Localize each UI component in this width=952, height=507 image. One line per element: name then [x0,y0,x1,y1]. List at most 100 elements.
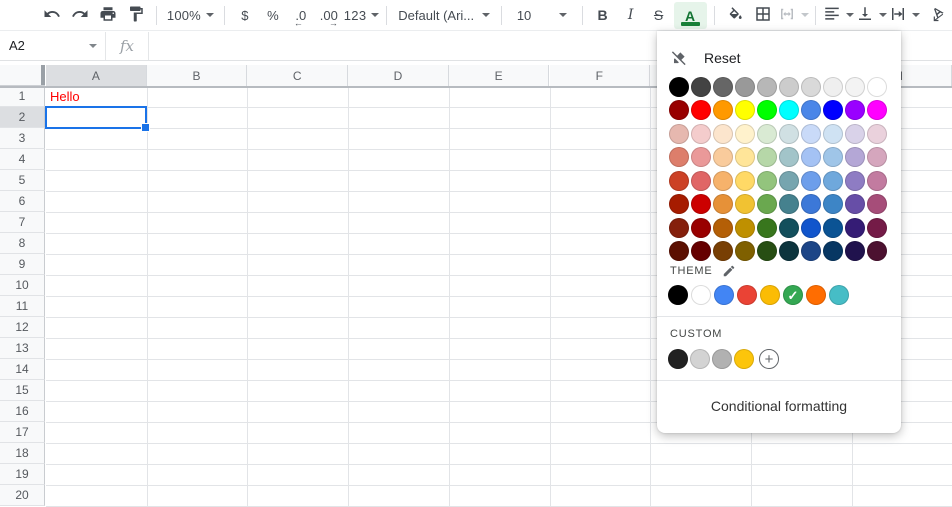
fill-handle[interactable] [141,123,150,132]
color-swatch[interactable] [735,124,755,144]
row-header-6[interactable]: 6 [0,191,45,212]
row-header-7[interactable]: 7 [0,212,45,233]
color-swatch[interactable] [669,218,689,238]
color-swatch[interactable] [669,241,689,261]
color-swatch[interactable] [757,147,777,167]
row-header-14[interactable]: 14 [0,359,45,380]
format-currency-button[interactable]: $ [232,2,258,28]
column-header-B[interactable]: B [147,65,248,86]
increase-decimal-button[interactable]: .00 → [316,2,342,28]
color-swatch[interactable] [735,194,755,214]
color-swatch[interactable] [845,77,865,97]
color-swatch[interactable] [867,124,887,144]
row-header-18[interactable]: 18 [0,443,45,464]
text-rotation-button[interactable] [925,2,951,28]
color-swatch[interactable] [779,241,799,261]
italic-button[interactable]: I [618,2,644,28]
color-swatch[interactable] [867,77,887,97]
row-header-1[interactable]: 1 [0,86,45,107]
column-header-E[interactable]: E [449,65,550,86]
edit-theme-icon[interactable] [722,264,736,278]
color-swatch[interactable] [779,218,799,238]
color-swatch[interactable] [691,218,711,238]
color-swatch[interactable] [867,171,887,191]
vertical-align-button[interactable] [856,2,887,28]
color-swatch[interactable] [779,100,799,120]
name-box[interactable]: A2 [0,38,105,53]
theme-color-swatch[interactable] [806,285,826,305]
color-swatch[interactable] [735,241,755,261]
row-header-13[interactable]: 13 [0,338,45,359]
bold-button[interactable]: B [590,2,616,28]
column-header-C[interactable]: C [247,65,348,86]
row-header-11[interactable]: 11 [0,296,45,317]
color-swatch[interactable] [801,218,821,238]
row-header-4[interactable]: 4 [0,149,45,170]
text-color-button[interactable]: A [674,2,707,29]
theme-color-swatch[interactable] [829,285,849,305]
zoom-select[interactable]: 100% [167,2,214,28]
color-swatch[interactable] [713,241,733,261]
color-swatch[interactable] [713,194,733,214]
color-swatch[interactable] [779,77,799,97]
row-header-17[interactable]: 17 [0,422,45,443]
row-header-5[interactable]: 5 [0,170,45,191]
strikethrough-button[interactable]: S [646,2,672,28]
color-swatch[interactable] [845,100,865,120]
format-percent-button[interactable]: % [260,2,286,28]
color-swatch[interactable] [669,77,689,97]
color-swatch[interactable] [801,147,821,167]
number-format-menu[interactable]: 123 [344,2,379,28]
color-swatch[interactable] [691,171,711,191]
font-size-select[interactable]: 10 [509,2,575,28]
theme-color-swatch[interactable]: ✓ [783,285,803,305]
color-swatch[interactable] [801,77,821,97]
color-swatch[interactable] [867,241,887,261]
color-swatch[interactable] [823,218,843,238]
color-swatch[interactable] [779,194,799,214]
color-swatch[interactable] [757,218,777,238]
color-swatch[interactable] [713,171,733,191]
color-swatch[interactable] [691,241,711,261]
row-header-20[interactable]: 20 [0,485,45,506]
color-swatch[interactable] [867,194,887,214]
cell-A1[interactable]: Hello [46,86,147,107]
color-swatch[interactable] [801,194,821,214]
color-swatch[interactable] [823,147,843,167]
theme-color-swatch[interactable] [737,285,757,305]
color-swatch[interactable] [801,100,821,120]
color-swatch[interactable] [823,194,843,214]
color-swatch[interactable] [735,100,755,120]
color-swatch[interactable] [757,171,777,191]
select-all-corner[interactable] [0,65,45,86]
color-swatch[interactable] [691,147,711,167]
color-swatch[interactable] [779,147,799,167]
color-swatch[interactable] [801,241,821,261]
horizontal-align-button[interactable] [823,2,854,28]
redo-button[interactable] [67,2,93,28]
custom-color-swatch[interactable] [690,349,710,369]
color-swatch[interactable] [735,171,755,191]
color-swatch[interactable] [757,194,777,214]
color-swatch[interactable] [823,241,843,261]
undo-button[interactable] [39,2,65,28]
add-custom-color-button[interactable]: + [759,349,779,369]
color-swatch[interactable] [735,147,755,167]
custom-color-swatch[interactable] [734,349,754,369]
color-swatch[interactable] [801,171,821,191]
color-swatch[interactable] [779,124,799,144]
color-swatch[interactable] [735,218,755,238]
row-header-16[interactable]: 16 [0,401,45,422]
color-swatch[interactable] [691,124,711,144]
color-swatch[interactable] [713,100,733,120]
color-swatch[interactable] [845,171,865,191]
color-swatch[interactable] [867,100,887,120]
theme-color-swatch[interactable] [760,285,780,305]
row-header-2[interactable]: 2 [0,107,45,128]
custom-color-swatch[interactable] [712,349,732,369]
row-header-3[interactable]: 3 [0,128,45,149]
color-swatch[interactable] [823,77,843,97]
color-swatch[interactable] [669,147,689,167]
conditional-formatting-link[interactable]: Conditional formatting [657,380,901,433]
column-header-F[interactable]: F [550,65,651,86]
